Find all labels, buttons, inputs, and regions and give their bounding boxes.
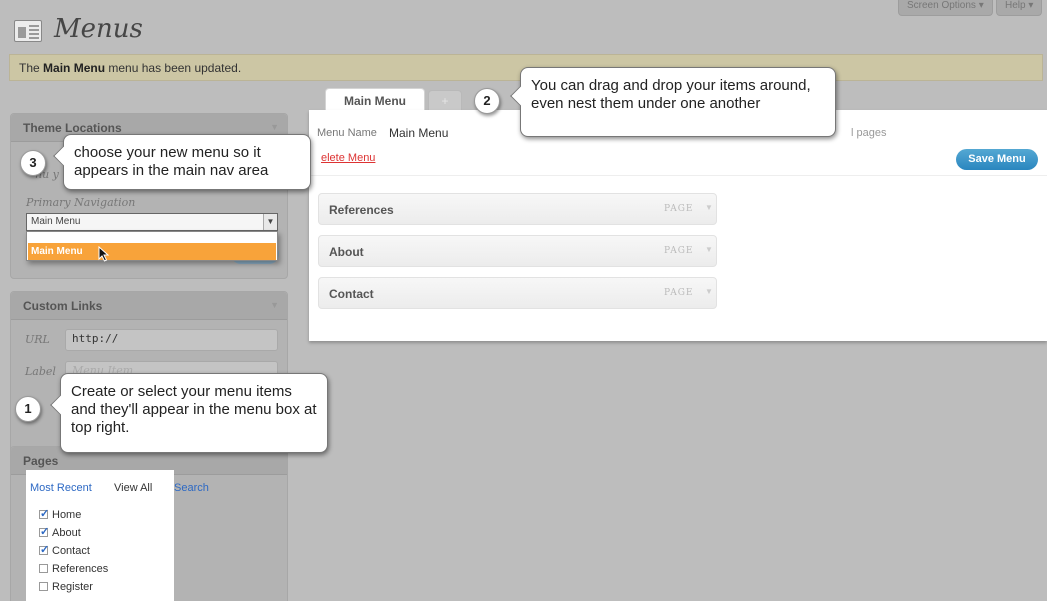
mouse-pointer-icon <box>98 246 110 262</box>
notice-menu-name: Main Menu <box>43 61 106 75</box>
callout-create-items: Create or select your menu items and the… <box>60 373 328 453</box>
page-checkbox-row[interactable]: Home <box>39 507 82 522</box>
chevron-down-icon: ▾ <box>978 0 984 11</box>
step-badge-2: 2 <box>474 88 500 114</box>
page-label: About <box>52 527 81 539</box>
menu-item-title: References <box>329 203 394 217</box>
help-tab[interactable]: Help ▾ <box>996 0 1043 16</box>
primary-navigation-label: Primary Navigation <box>26 196 136 209</box>
notice-suffix: menu has been updated. <box>108 61 242 75</box>
checkbox[interactable] <box>39 525 49 539</box>
dropdown-list: Main Menu <box>26 231 278 261</box>
checkbox[interactable] <box>39 507 49 521</box>
menus-screen-icon <box>14 20 42 42</box>
dropdown-option-main-menu[interactable]: Main Menu <box>28 243 276 260</box>
tab-main-menu[interactable]: Main Menu <box>325 88 425 110</box>
callout-text: You can drag and drop your items around,… <box>531 77 811 112</box>
tab-view-all[interactable]: View All <box>114 482 152 494</box>
collapse-toggle-icon[interactable]: ▼ <box>270 122 279 132</box>
menu-item-title: Contact <box>329 287 374 301</box>
menu-name-label: Menu Name <box>317 127 377 139</box>
chevron-down-icon[interactable]: ▼ <box>705 245 713 254</box>
callout-text: choose your new menu so it appears in th… <box>74 144 269 179</box>
save-menu-button[interactable]: Save Menu <box>956 149 1038 170</box>
menu-item-type: PAGE <box>664 204 694 214</box>
checkbox[interactable] <box>39 543 49 557</box>
page-checkbox-row[interactable]: References <box>39 562 108 576</box>
page-label: Register <box>52 581 93 593</box>
add-menu-tab[interactable]: + <box>428 90 462 110</box>
divider <box>309 175 1047 176</box>
menu-item-title: About <box>329 245 364 259</box>
screen-options-tab[interactable]: Screen Options ▾ <box>898 0 993 16</box>
label-label: Label <box>25 365 56 378</box>
callout-drag-drop: You can drag and drop your items around,… <box>520 67 836 137</box>
chevron-down-icon[interactable]: ▼ <box>705 287 713 296</box>
callout-choose-menu: choose your new menu so it appears in th… <box>63 134 311 190</box>
page-checkbox-row[interactable]: About <box>39 525 81 540</box>
menu-item[interactable]: Contact PAGE ▼ <box>318 277 717 309</box>
checkbox[interactable] <box>39 564 48 573</box>
step-badge-1: 1 <box>15 396 41 422</box>
delete-menu-link[interactable]: elete Menu <box>321 152 375 164</box>
menu-item[interactable]: About PAGE ▼ <box>318 235 717 267</box>
auto-add-pages-label: l pages <box>851 127 887 139</box>
screen-options-label: Screen Options <box>907 0 976 11</box>
page-checkbox-row[interactable]: Contact <box>39 543 90 558</box>
menu-editor-panel: Menu Name Main Menu l pages elete Menu S… <box>309 110 1047 341</box>
notice-prefix: The <box>19 61 40 75</box>
collapse-toggle-icon[interactable]: ▼ <box>270 300 279 310</box>
checkbox[interactable] <box>39 582 48 591</box>
step-badge-3: 3 <box>20 150 46 176</box>
tab-most-recent[interactable]: Most Recent <box>30 482 92 494</box>
chevron-down-icon[interactable]: ▼ <box>705 203 713 212</box>
custom-links-heading: Custom Links <box>11 292 287 320</box>
chevron-down-icon[interactable]: ▼ <box>263 214 277 230</box>
tab-search[interactable]: Search <box>174 482 209 494</box>
pages-panel: Most Recent View All Search Home About Con… <box>26 470 209 601</box>
page-label: Home <box>52 509 82 521</box>
callout-text: Create or select your menu items and the… <box>71 383 317 436</box>
menu-name-input[interactable]: Main Menu <box>389 126 448 140</box>
help-label: Help <box>1005 0 1026 11</box>
menu-item[interactable]: References PAGE ▼ <box>318 193 717 225</box>
page-label: Contact <box>52 545 90 557</box>
page-label: References <box>52 563 109 575</box>
chevron-down-icon: ▾ <box>1028 0 1034 11</box>
menu-item-type: PAGE <box>664 288 694 298</box>
url-input[interactable]: http:// <box>65 329 278 351</box>
page-title: Menus <box>54 14 143 44</box>
select-value: Main Menu <box>31 216 81 227</box>
page-checkbox-row[interactable]: Register <box>39 580 93 594</box>
primary-navigation-select[interactable]: Main Menu ▼ <box>26 213 278 231</box>
menu-item-type: PAGE <box>664 246 694 256</box>
url-label: URL <box>25 333 50 346</box>
